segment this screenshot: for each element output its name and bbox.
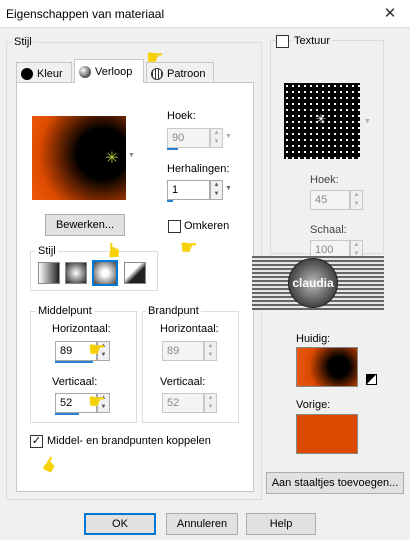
rectangular-gradient-icon[interactable] [92,260,118,286]
middelpunt-label: Middelpunt [36,305,94,317]
huidig-label: Huidig: [296,333,331,345]
texture-dropdown-arrow-icon[interactable]: ▼ [364,118,371,125]
add-to-swatches-button[interactable]: Aan staaltjes toevoegen... [266,472,404,494]
pointer-hand-icon: ☛ [88,391,106,413]
brandpunt-verticaal-label: Verticaal: [160,376,206,388]
omkeren-checkbox[interactable] [168,220,181,233]
black-circle-icon [21,67,33,80]
textuur-hoek-label: Hoek: [310,174,339,186]
gradient-sphere-icon [79,65,91,78]
huidig-swatch [296,347,358,387]
sunburst-gradient-icon[interactable] [124,262,146,284]
pointer-hand-icon: ☛ [146,47,164,69]
hoek-value-bar [167,148,178,150]
koppelen-label: Middel- en brandpunten koppelen [47,435,211,447]
help-button[interactable]: Help [246,513,316,535]
centerpoint-star-icon[interactable]: ✳ [103,150,121,168]
ok-button[interactable]: OK [84,513,156,535]
tab-label: Patroon [167,67,206,80]
stijl-group-label: Stijl [12,36,34,48]
texture-star-icon: ✳ [316,112,327,126]
pointer-hand-icon: ☛ [88,339,106,361]
pointer-hand-icon: ☛ [180,237,198,259]
tab-kleur[interactable]: Kleur [16,62,72,84]
brandpunt-verticaal-spinner[interactable]: ▲ ▼ [204,393,217,413]
pointer-hand-icon: ☛ [103,241,126,259]
omkeren-label: Omkeren [184,220,230,232]
tab-verloop[interactable]: Verloop [74,59,144,83]
tab-label: Kleur [37,67,63,80]
bewerken-button[interactable]: Bewerken... [45,214,125,236]
hoek-spinner[interactable]: ▲ ▼ [210,128,223,148]
herhalingen-spinner[interactable]: ▲ ▼ [210,180,223,200]
annuleren-button[interactable]: Annuleren [166,513,238,535]
hoek-input[interactable]: 90 [167,128,210,148]
herhalingen-slider-arrow-icon[interactable]: ▼ [225,185,232,192]
herhalingen-label: Herhalingen: [167,163,230,175]
herhalingen-input[interactable]: 1 [167,180,210,200]
vorige-swatch[interactable] [296,414,358,454]
pattern-globe-icon [151,67,163,80]
middelpunt-horizontaal-label: Horizontaal: [52,323,111,335]
textuur-schaal-label: Schaal: [310,224,347,236]
window-title: Eigenschappen van materiaal [6,7,165,21]
hoek-label: Hoek: [167,110,196,122]
gradient-dropdown-arrow-icon[interactable]: ▼ [128,152,135,159]
brandpunt-label: Brandpunt [146,305,201,317]
hoek-slider-arrow-icon[interactable]: ▼ [225,133,232,140]
textuur-hoek-input[interactable]: 45 [310,190,350,210]
textuur-checkbox[interactable] [276,35,289,48]
middelpunt-verticaal-label: Verticaal: [52,376,98,388]
brandpunt-verticaal-input[interactable]: 52 [162,393,204,413]
brandpunt-horizontaal-label: Horizontaal: [160,323,219,335]
middelpunt-horizontaal-bar [55,361,93,363]
watermark-text: claudia [292,276,334,290]
brandpunt-horizontaal-input[interactable]: 89 [162,341,204,361]
middelpunt-verticaal-bar [55,413,79,415]
tab-label: Verloop [95,65,133,78]
style-chooser-label: Stijl [36,245,58,257]
radial-gradient-icon[interactable] [65,262,87,284]
brandpunt-horizontaal-spinner[interactable]: ▲ ▼ [204,341,217,361]
textuur-hoek-spinner[interactable]: ▲ ▼ [350,190,363,210]
herhalingen-value-bar [167,200,173,202]
linear-gradient-icon[interactable] [38,262,60,284]
vorige-label: Vorige: [296,399,331,411]
textuur-label: Textuur [292,35,333,47]
close-button[interactable]: ✕ [376,3,404,25]
swap-icon[interactable] [366,374,377,385]
koppelen-checkbox[interactable]: ✓ [30,435,43,448]
